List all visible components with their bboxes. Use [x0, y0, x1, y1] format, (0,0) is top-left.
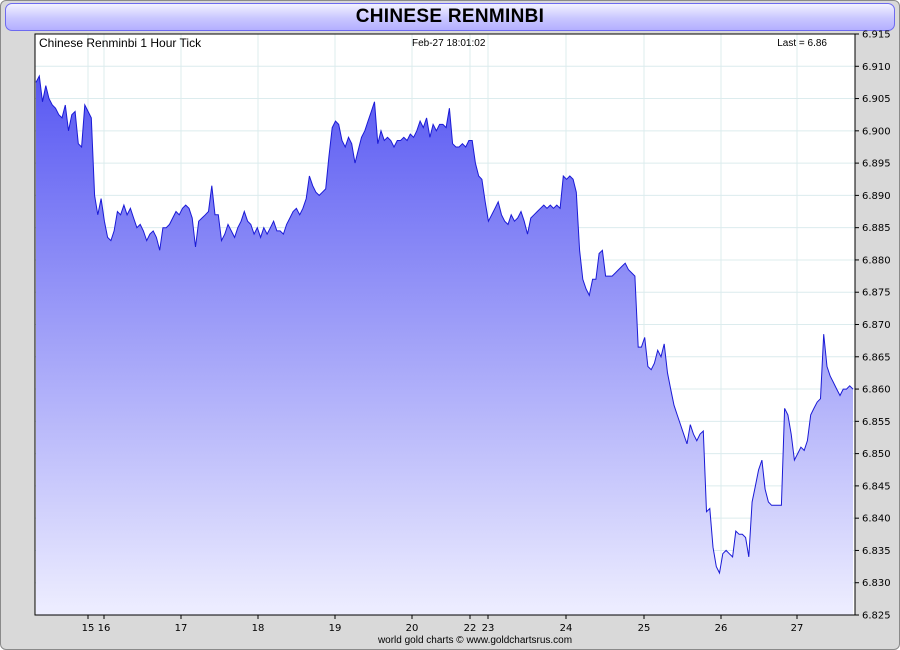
- y-tick-label: 6.880: [862, 255, 891, 266]
- y-tick-label: 6.865: [862, 352, 891, 363]
- x-tick-label: 27: [791, 623, 804, 634]
- y-tick-label: 6.855: [862, 417, 891, 428]
- x-tick-label: 18: [252, 623, 265, 634]
- chart-svg: 6.825 6.830 6.835 6.840 6.845 6.850 6.855 6.860…: [34, 30, 891, 646]
- y-tick-label: 6.890: [862, 191, 891, 202]
- y-tick-label: 6.870: [862, 320, 891, 331]
- x-tick-label: 26: [715, 623, 728, 634]
- y-tick-label: 6.905: [862, 94, 891, 105]
- x-tick-label: 25: [638, 623, 651, 634]
- y-tick-label: 6.840: [862, 514, 891, 525]
- x-tick-label: 19: [329, 623, 342, 634]
- y-tick-label: 6.845: [862, 481, 891, 492]
- y-tick-label: 6.900: [862, 126, 891, 137]
- x-axis: 15 16 17 18 19 20 22 23 24 25 26 27: [82, 615, 804, 634]
- x-tick-label: 20: [406, 623, 419, 634]
- chart-title: Chinese Renminbi 1 Hour Tick: [39, 36, 202, 50]
- y-tick-label: 6.850: [862, 449, 891, 460]
- chart-timestamp: Feb-27 18:01:02: [412, 38, 486, 49]
- x-tick-label: 15: [82, 623, 95, 634]
- y-tick-label: 6.895: [862, 159, 891, 170]
- last-value-label: Last = 6.86: [777, 38, 827, 49]
- y-tick-label: 6.875: [862, 288, 891, 299]
- x-tick-label: 22: [464, 623, 477, 634]
- y-axis: 6.825 6.830 6.835 6.840 6.845 6.850 6.855 6.860…: [855, 30, 891, 622]
- y-tick-label: 6.830: [862, 578, 891, 589]
- y-tick-label: 6.910: [862, 62, 891, 73]
- x-tick-label: 24: [560, 623, 573, 634]
- x-tick-label: 16: [98, 623, 111, 634]
- chart-credit: world gold charts © www.goldchartsrus.co…: [377, 635, 572, 646]
- x-tick-label: 23: [482, 623, 495, 634]
- y-tick-label: 6.885: [862, 223, 891, 234]
- y-tick-label: 6.825: [862, 611, 891, 622]
- y-tick-label: 6.860: [862, 385, 891, 396]
- y-tick-label: 6.835: [862, 546, 891, 557]
- y-tick-label: 6.915: [862, 30, 891, 41]
- x-tick-label: 17: [175, 623, 188, 634]
